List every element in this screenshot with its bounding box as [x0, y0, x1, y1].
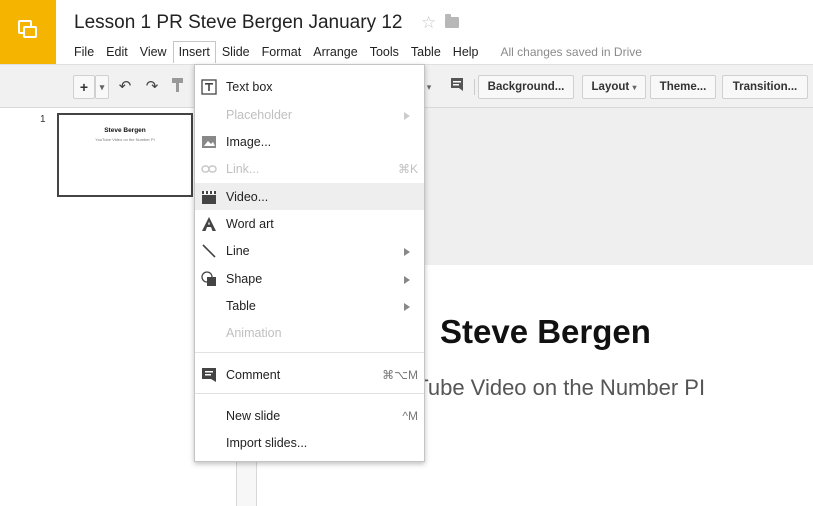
theme-button[interactable]: Theme... [650, 75, 716, 99]
menu-item-image[interactable]: Image... [195, 128, 424, 155]
menu-item-label: Line [226, 244, 250, 258]
menu-item-table[interactable]: Table [195, 292, 424, 319]
toolbar-dropdown-icon[interactable]: ▾ [424, 77, 434, 97]
submenu-arrow-icon [404, 248, 410, 256]
submenu-arrow-icon [404, 276, 410, 284]
menu-arrange[interactable]: Arrange [307, 41, 363, 63]
layout-label: Layout [591, 81, 630, 93]
redo-icon[interactable]: ↷ [143, 77, 161, 97]
menu-item-label: Shape [226, 272, 263, 286]
new-slide-button[interactable]: + [73, 75, 95, 99]
text-box-icon [201, 79, 217, 95]
toolbar-separator [474, 79, 475, 95]
menu-edit[interactable]: Edit [100, 41, 134, 63]
shortcut-label: ^M [402, 409, 418, 423]
menu-item-label: Word art [226, 217, 274, 231]
menu-item-line[interactable]: Line [195, 237, 424, 264]
menu-insert[interactable]: Insert [172, 41, 216, 63]
menu-separator [195, 352, 424, 353]
menu-item-video[interactable]: Video... [195, 183, 424, 210]
shortcut-label: ⌘⌥M [382, 368, 418, 382]
menu-tools[interactable]: Tools [364, 41, 405, 63]
menu-item-label: Comment [226, 368, 281, 382]
menu-item-shape[interactable]: Shape [195, 265, 424, 292]
menu-item-label: Video... [226, 190, 269, 204]
submenu-arrow-icon [404, 112, 410, 120]
slide-subtitle[interactable]: uTube Video on the Number PI [403, 375, 705, 401]
undo-icon[interactable]: ↶ [116, 77, 134, 97]
thumbnail-subtitle: YouTube Video on the Number PI [95, 137, 155, 142]
slides-logo[interactable] [0, 0, 56, 64]
menu-item-label: Image... [226, 135, 272, 149]
menu-file[interactable]: File [68, 41, 100, 63]
menu-item-label: Animation [226, 326, 282, 340]
menu-table[interactable]: Table [405, 41, 447, 63]
background-button[interactable]: Background... [478, 75, 574, 99]
menu-item-placeholder[interactable]: Placeholder [195, 101, 424, 128]
menu-item-comment[interactable]: Comment ⌘⌥M [195, 361, 424, 388]
menu-item-animation[interactable]: Animation [195, 319, 424, 346]
menu-item-label: Link... [226, 162, 260, 176]
word-art-icon [201, 216, 217, 232]
menu-bar: File Edit View Insert Slide Format Arran… [68, 40, 642, 64]
menu-item-label: Table [226, 299, 256, 313]
thumbnail-title: Steve Bergen [104, 127, 146, 134]
menu-format[interactable]: Format [256, 41, 308, 63]
star-icon[interactable]: ☆ [421, 13, 436, 33]
menu-separator [195, 393, 424, 394]
menu-item-word-art[interactable]: Word art [195, 210, 424, 237]
menu-item-label: Import slides... [226, 436, 308, 450]
menu-item-link[interactable]: Link... ⌘K [195, 155, 424, 182]
new-slide-dropdown-button[interactable]: ▾ [95, 75, 109, 99]
menu-item-label: Placeholder [226, 108, 293, 122]
menu-help[interactable]: Help [447, 41, 485, 63]
menu-view[interactable]: View [134, 41, 173, 63]
link-icon [201, 161, 217, 177]
menu-item-new-slide[interactable]: New slide ^M [195, 402, 424, 429]
shape-icon [201, 271, 217, 287]
layout-button[interactable]: Layout ▾ [582, 75, 646, 99]
folder-icon[interactable] [445, 14, 459, 28]
slide-thumbnail[interactable]: Steve Bergen YouTube Video on the Number… [57, 113, 193, 197]
document-title[interactable]: Lesson 1 PR Steve Bergen January 12 [74, 12, 402, 34]
comment-icon[interactable] [449, 77, 465, 97]
slide-title[interactable]: Steve Bergen [440, 313, 651, 351]
menu-item-import-slides[interactable]: Import slides... [195, 429, 424, 456]
video-icon [201, 189, 217, 205]
comment-icon [201, 367, 217, 383]
save-status[interactable]: All changes saved in Drive [501, 45, 642, 59]
slides-logo-icon [18, 20, 38, 42]
submenu-arrow-icon [404, 303, 410, 311]
menu-item-text-box[interactable]: Text box [195, 73, 424, 100]
image-icon [201, 134, 217, 150]
line-icon [201, 243, 217, 259]
shortcut-label: ⌘K [397, 162, 418, 176]
insert-menu: Text box Placeholder Image... Link... ⌘K… [194, 64, 425, 462]
transition-button[interactable]: Transition... [722, 75, 808, 99]
app-header: Lesson 1 PR Steve Bergen January 12 ☆ Fi… [0, 0, 813, 64]
paint-format-icon[interactable] [170, 77, 186, 97]
menu-item-label: Text box [226, 80, 273, 94]
menu-slide[interactable]: Slide [216, 41, 256, 63]
menu-item-label: New slide [226, 409, 281, 423]
slide-number: 1 [40, 114, 46, 125]
layout-chevron-down-icon: ▾ [632, 83, 637, 92]
